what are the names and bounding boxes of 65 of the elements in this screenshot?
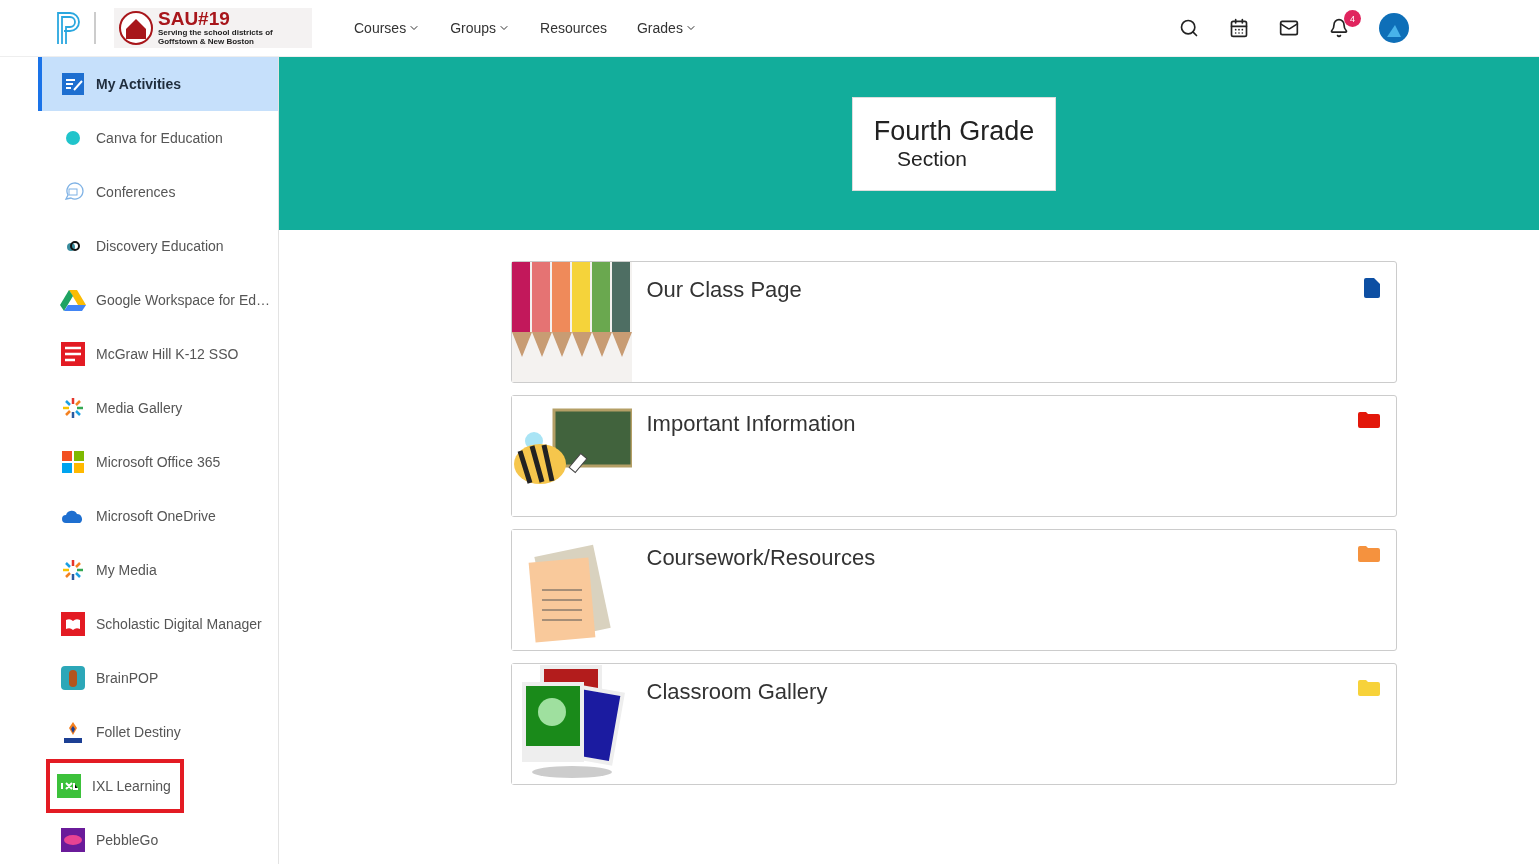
sidebar-label: McGraw Hill K-12 SSO	[96, 346, 239, 362]
card-title[interactable]: Important Information	[646, 411, 856, 439]
sidebar-item[interactable]: Canva for Education	[38, 111, 278, 165]
sidebar-item[interactable]: PebbleGo	[38, 813, 278, 864]
app-icon	[60, 342, 86, 366]
avatar[interactable]	[1379, 13, 1409, 43]
search-button[interactable]	[1179, 18, 1199, 38]
calendar-button[interactable]	[1229, 18, 1249, 38]
sidebar-label: Media Gallery	[96, 400, 183, 416]
notification-badge: 4	[1344, 10, 1361, 27]
sidebar-label: Canva for Education	[96, 130, 223, 146]
app-icon	[60, 828, 86, 852]
sidebar-label: Google Workspace for Ed…	[96, 292, 271, 308]
sidebar-item[interactable]: Conferences	[38, 165, 278, 219]
sidebar-label: My Activities	[96, 76, 182, 92]
nav-menu[interactable]: Resources	[540, 20, 607, 36]
app-icon	[56, 774, 82, 798]
sidebar-item[interactable]: Scholastic Digital Manager	[38, 597, 278, 651]
nav-menu[interactable]: Grades	[637, 20, 697, 36]
sidebar-item[interactable]: Microsoft OneDrive	[38, 489, 278, 543]
sidebar-label: My Media	[96, 562, 157, 578]
app-icon	[60, 73, 86, 95]
sidebar-item[interactable]: IXL Learning	[46, 759, 184, 813]
nav-menu[interactable]: Groups	[450, 20, 511, 36]
section-subtitle: Section	[896, 147, 967, 171]
mail-button[interactable]	[1279, 18, 1299, 38]
sidebar-item[interactable]: BrainPOP	[38, 651, 278, 705]
sidebar-item[interactable]: Discovery Education	[38, 219, 278, 273]
app-icon	[60, 396, 86, 420]
sidebar-item[interactable]: My Activities	[38, 57, 278, 111]
sidebar-item[interactable]: Follet Destiny	[38, 705, 278, 759]
sidebar-label: Scholastic Digital Manager	[96, 616, 262, 632]
sidebar-item[interactable]: McGraw Hill K-12 SSO	[38, 327, 278, 381]
sidebar-label: Microsoft Office 365	[96, 454, 221, 470]
content-card[interactable]: Coursework/Resources	[510, 529, 1397, 651]
app-icon	[60, 558, 86, 582]
content-card[interactable]: Classroom Gallery	[510, 663, 1397, 785]
app-icon	[60, 666, 86, 690]
sidebar-label: Microsoft OneDrive	[96, 508, 216, 524]
app-icon	[60, 612, 86, 636]
sidebar-label: IXL Learning	[92, 778, 171, 794]
nav-menu[interactable]: Courses	[354, 20, 421, 36]
logo-icon[interactable]	[56, 12, 82, 44]
sidebar-item[interactable]: Google Workspace for Ed…	[38, 273, 278, 327]
content-card[interactable]: Our Class Page	[510, 261, 1397, 383]
sidebar-item[interactable]: Media Gallery	[38, 381, 278, 435]
district-logo[interactable]: SAU#19 Serving the school districts of Goffstown & New Boston	[114, 8, 312, 48]
app-icon	[60, 289, 86, 311]
sidebar-item[interactable]: My Media	[38, 543, 278, 597]
schoolhouse-icon	[118, 11, 154, 45]
content-card[interactable]: Important Information	[510, 395, 1397, 517]
card-title[interactable]: Classroom Gallery	[646, 679, 828, 707]
card-title[interactable]: Coursework/Resources	[646, 545, 876, 573]
sidebar-item[interactable]: Microsoft Office 365	[38, 435, 278, 489]
notifications-button[interactable]	[1329, 18, 1349, 38]
app-icon	[60, 451, 86, 473]
district-title: SAU#19	[158, 10, 231, 28]
district-subtitle: Serving the school districts of Goffstown & New Boston	[158, 28, 274, 46]
sidebar-label: Discovery Education	[96, 238, 224, 254]
card-title[interactable]: Our Class Page	[646, 277, 802, 305]
sidebar-label: Follet Destiny	[96, 724, 181, 740]
sidebar-label: BrainPOP	[96, 670, 159, 686]
sidebar-label: Conferences	[96, 184, 176, 200]
section-title: Fourth Grade	[873, 116, 1035, 147]
sidebar-label: PebbleGo	[96, 832, 159, 848]
